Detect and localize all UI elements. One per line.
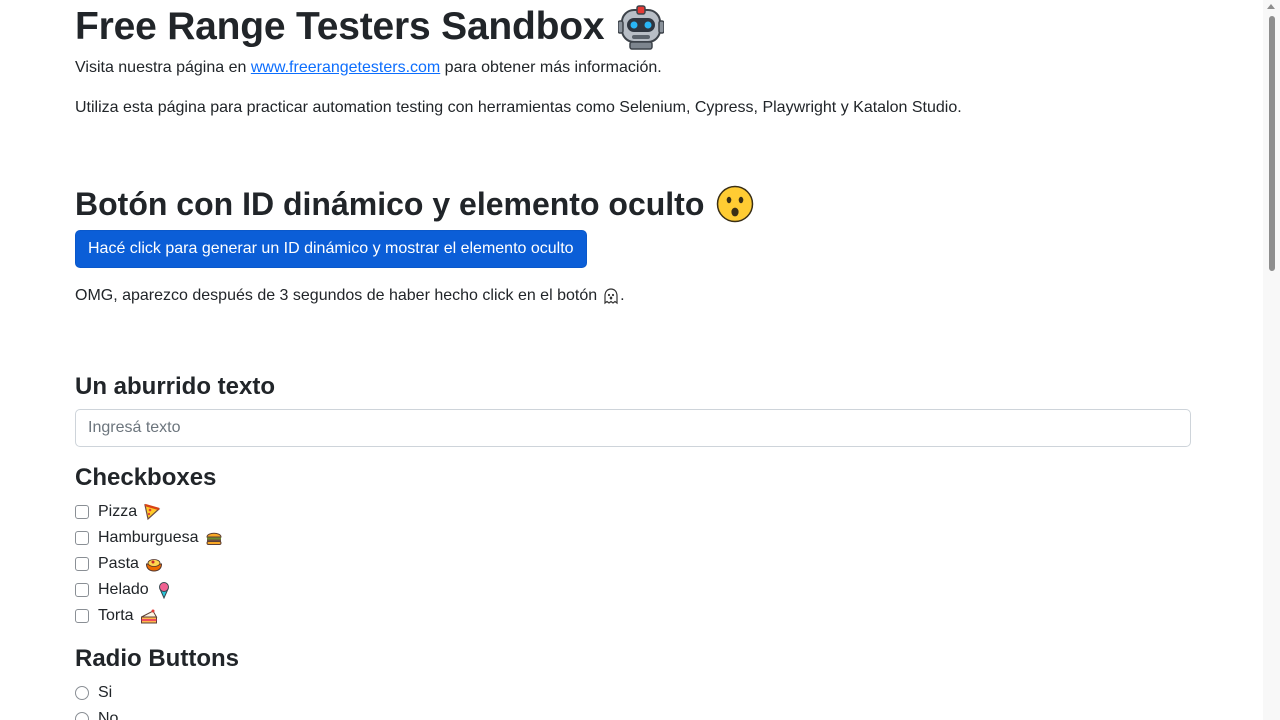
vertical-scrollbar[interactable] <box>1263 0 1280 720</box>
text-section-heading: Un aburrido texto <box>75 373 276 400</box>
pasta-icon <box>145 559 162 572</box>
radio-no[interactable] <box>75 712 89 720</box>
hidden-element-text: OMG, aparezco después de 3 segundos de h… <box>75 284 625 308</box>
text-input[interactable] <box>75 409 1191 447</box>
checkbox-torta[interactable] <box>75 609 89 623</box>
visit-prefix: Visita nuestra página en <box>75 59 251 76</box>
page-title-text: Free Range Testers Sandbox <box>75 5 605 48</box>
checkbox-item-helado[interactable]: Helado <box>75 577 223 603</box>
checkbox-label-hamburguesa: Hamburguesa <box>98 529 199 546</box>
description-paragraph: Utiliza esta página para practicar autom… <box>75 99 962 116</box>
radio-section-heading: Radio Buttons <box>75 645 239 672</box>
checkbox-item-hamburguesa[interactable]: Hamburguesa <box>75 525 223 551</box>
checkbox-label-pasta: Pasta <box>98 555 139 572</box>
robot-icon <box>618 5 665 50</box>
checkbox-helado[interactable] <box>75 583 89 597</box>
checkbox-item-pizza[interactable]: Pizza <box>75 499 223 525</box>
checkbox-pasta[interactable] <box>75 557 89 571</box>
main-container: Free Range Testers Sandbox Visita nuestr… <box>75 0 1191 720</box>
checkbox-list: Pizza Hamburguesa Pasta Helado Torta <box>75 499 223 629</box>
checkbox-hamburguesa[interactable] <box>75 531 89 545</box>
generate-dynamic-id-button[interactable]: Hacé click para generar un ID dinámico y… <box>75 230 587 268</box>
radio-list: Si No <box>75 680 118 720</box>
checkbox-pizza[interactable] <box>75 505 89 519</box>
hidden-element-text-end: . <box>620 287 625 304</box>
dynamic-section-heading-text: Botón con ID dinámico y elemento oculto <box>75 186 705 222</box>
ice-cream-icon <box>158 582 169 599</box>
radio-item-no[interactable]: No <box>75 706 118 720</box>
radio-si[interactable] <box>75 686 89 700</box>
visit-suffix: para obtener más información. <box>440 59 662 76</box>
scroll-up-arrow-icon[interactable] <box>1267 4 1275 9</box>
website-link[interactable]: www.freerangetesters.com <box>251 59 440 76</box>
checkbox-label-helado: Helado <box>98 581 149 598</box>
pizza-icon <box>144 503 161 521</box>
ghost-icon <box>604 288 618 305</box>
hamburger-icon <box>205 532 222 545</box>
cake-icon <box>140 609 157 624</box>
scrollbar-thumb[interactable] <box>1269 16 1275 271</box>
page-title: Free Range Testers Sandbox <box>75 0 1191 54</box>
radio-item-si[interactable]: Si <box>75 680 118 706</box>
checkbox-item-torta[interactable]: Torta <box>75 603 223 629</box>
dynamic-section-heading: Botón con ID dinámico y elemento oculto <box>75 184 754 224</box>
visit-paragraph: Visita nuestra página en www.freerangete… <box>75 56 662 80</box>
radio-label-no: No <box>98 710 119 720</box>
checkbox-item-pasta[interactable]: Pasta <box>75 551 223 577</box>
surprised-face-icon <box>717 185 754 223</box>
page: Free Range Testers Sandbox Visita nuestr… <box>0 0 1280 720</box>
checkbox-label-pizza: Pizza <box>98 503 138 520</box>
hidden-element-text-content: OMG, aparezco después de 3 segundos de h… <box>75 287 598 304</box>
checkbox-section-heading: Checkboxes <box>75 464 217 491</box>
checkbox-label-torta: Torta <box>98 607 134 624</box>
radio-label-si: Si <box>98 684 113 701</box>
